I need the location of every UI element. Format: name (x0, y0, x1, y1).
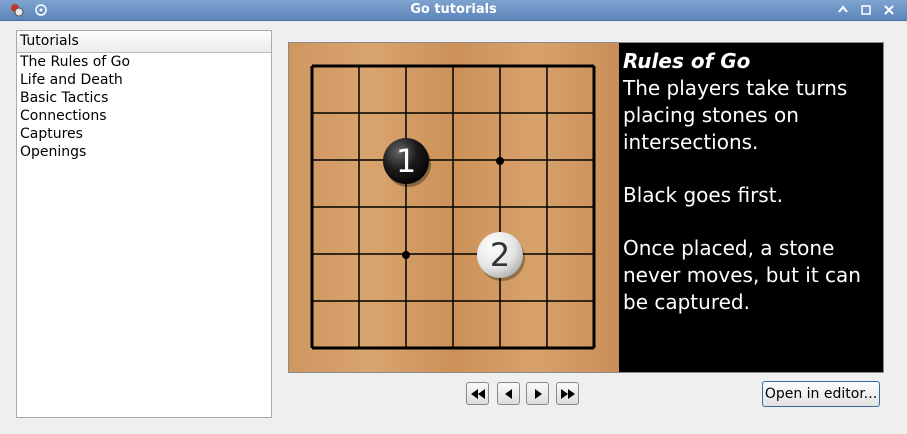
stone-white-label: 2 (490, 236, 510, 274)
previous-page-button[interactable] (497, 382, 520, 405)
last-icon (561, 389, 575, 399)
tutorial-item-connections[interactable]: Connections (20, 107, 271, 125)
next-icon (535, 389, 542, 399)
tutorial-text: Rules of Go The players take turns placi… (623, 48, 879, 342)
first-page-button[interactable] (466, 382, 489, 405)
maximize-icon[interactable] (859, 3, 873, 17)
stone-black-label: 1 (396, 142, 416, 180)
star-point (402, 251, 410, 259)
tutorial-item-captures[interactable]: Captures (20, 125, 271, 143)
tutorial-item-openings[interactable]: Openings (20, 143, 271, 161)
tutorial-list-header: Tutorials (17, 31, 271, 53)
tutorial-list[interactable]: Tutorials The Rules of Go Life and Death… (16, 30, 272, 418)
tutorial-paragraph: Once placed, a stone never moves, but it… (623, 236, 861, 314)
first-icon (471, 389, 485, 399)
title-bar: Go tutorials (0, 0, 907, 21)
star-point (496, 157, 504, 165)
tutorial-heading: Rules of Go (623, 49, 751, 73)
go-board[interactable]: 1 2 (289, 43, 619, 372)
window-title: Go tutorials (410, 2, 497, 17)
tutorial-paragraph: Black goes first. (623, 183, 783, 207)
tutorial-item-rules[interactable]: The Rules of Go (20, 53, 271, 71)
open-in-editor-button[interactable]: Open in editor... (762, 381, 880, 407)
last-page-button[interactable] (556, 382, 579, 405)
tutorial-view: 1 2 Rules of Go The players take turns p… (288, 42, 884, 373)
next-page-button[interactable] (526, 382, 549, 405)
close-icon[interactable] (882, 3, 896, 17)
previous-icon (505, 389, 512, 399)
tutorial-item-life-and-death[interactable]: Life and Death (20, 71, 271, 89)
keep-above-icon[interactable] (836, 3, 850, 17)
tutorial-item-basic-tactics[interactable]: Basic Tactics (20, 89, 271, 107)
tutorial-paragraph: The players take turns placing stones on… (623, 76, 848, 154)
